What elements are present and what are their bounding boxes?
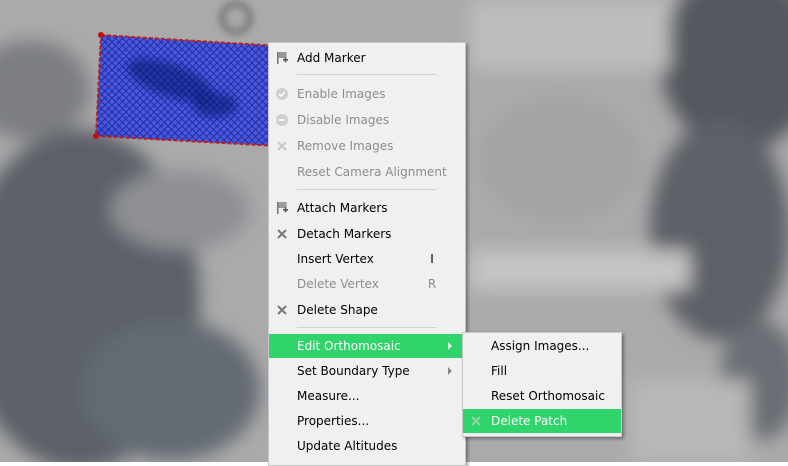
menu-item-update-altitudes[interactable]: Update Altitudes	[269, 434, 465, 458]
vertex-handle	[98, 32, 104, 38]
menu-separator	[297, 327, 437, 328]
submenu-item-assign-images[interactable]: Assign Images...	[463, 334, 621, 358]
menu-item-detach-markers[interactable]: Detach Markers	[269, 222, 465, 246]
flag-plus-icon	[277, 202, 288, 214]
submenu-item-delete-patch[interactable]: Delete Patch	[463, 409, 621, 433]
menu-item-properties[interactable]: Properties...	[269, 409, 465, 433]
menu-item-enable-images[interactable]: Enable Images	[269, 82, 465, 106]
submenu-arrow-icon	[448, 367, 452, 375]
menu-item-insert-vertex[interactable]: Insert Vertex I	[269, 247, 465, 271]
menu-item-edit-orthomosaic[interactable]: Edit Orthomosaic	[269, 334, 465, 358]
x-icon	[277, 141, 287, 151]
submenu-item-reset-orthomosaic[interactable]: Reset Orthomosaic	[463, 384, 621, 408]
menu-item-disable-images[interactable]: Disable Images	[269, 108, 465, 132]
minus-circle-icon	[276, 114, 288, 126]
flag-plus-icon	[277, 52, 288, 64]
x-icon	[471, 416, 481, 426]
vertex-handle	[93, 133, 99, 139]
x-icon	[277, 229, 287, 239]
context-menu: Add Marker Enable Images Disable Images …	[268, 42, 466, 466]
menu-item-attach-markers[interactable]: Attach Markers	[269, 196, 465, 220]
check-circle-icon	[276, 88, 288, 100]
menu-separator	[297, 74, 437, 75]
shortcut-label: I	[430, 252, 434, 266]
x-icon	[277, 305, 287, 315]
menu-item-measure[interactable]: Measure...	[269, 384, 465, 408]
submenu-item-fill[interactable]: Fill	[463, 359, 621, 383]
menu-item-remove-images[interactable]: Remove Images	[269, 134, 465, 158]
menu-item-add-marker[interactable]: Add Marker	[269, 46, 465, 70]
menu-item-set-boundary-type[interactable]: Set Boundary Type	[269, 359, 465, 383]
submenu-arrow-icon	[448, 342, 452, 350]
menu-item-delete-vertex[interactable]: Delete Vertex R	[269, 272, 465, 296]
menu-item-delete-shape[interactable]: Delete Shape	[269, 298, 465, 322]
menu-item-reset-camera-alignment[interactable]: Reset Camera Alignment	[269, 160, 465, 184]
shortcut-label: R	[427, 277, 437, 291]
menu-separator	[297, 189, 437, 190]
edit-orthomosaic-submenu: Assign Images... Fill Reset Orthomosaic …	[462, 332, 622, 437]
